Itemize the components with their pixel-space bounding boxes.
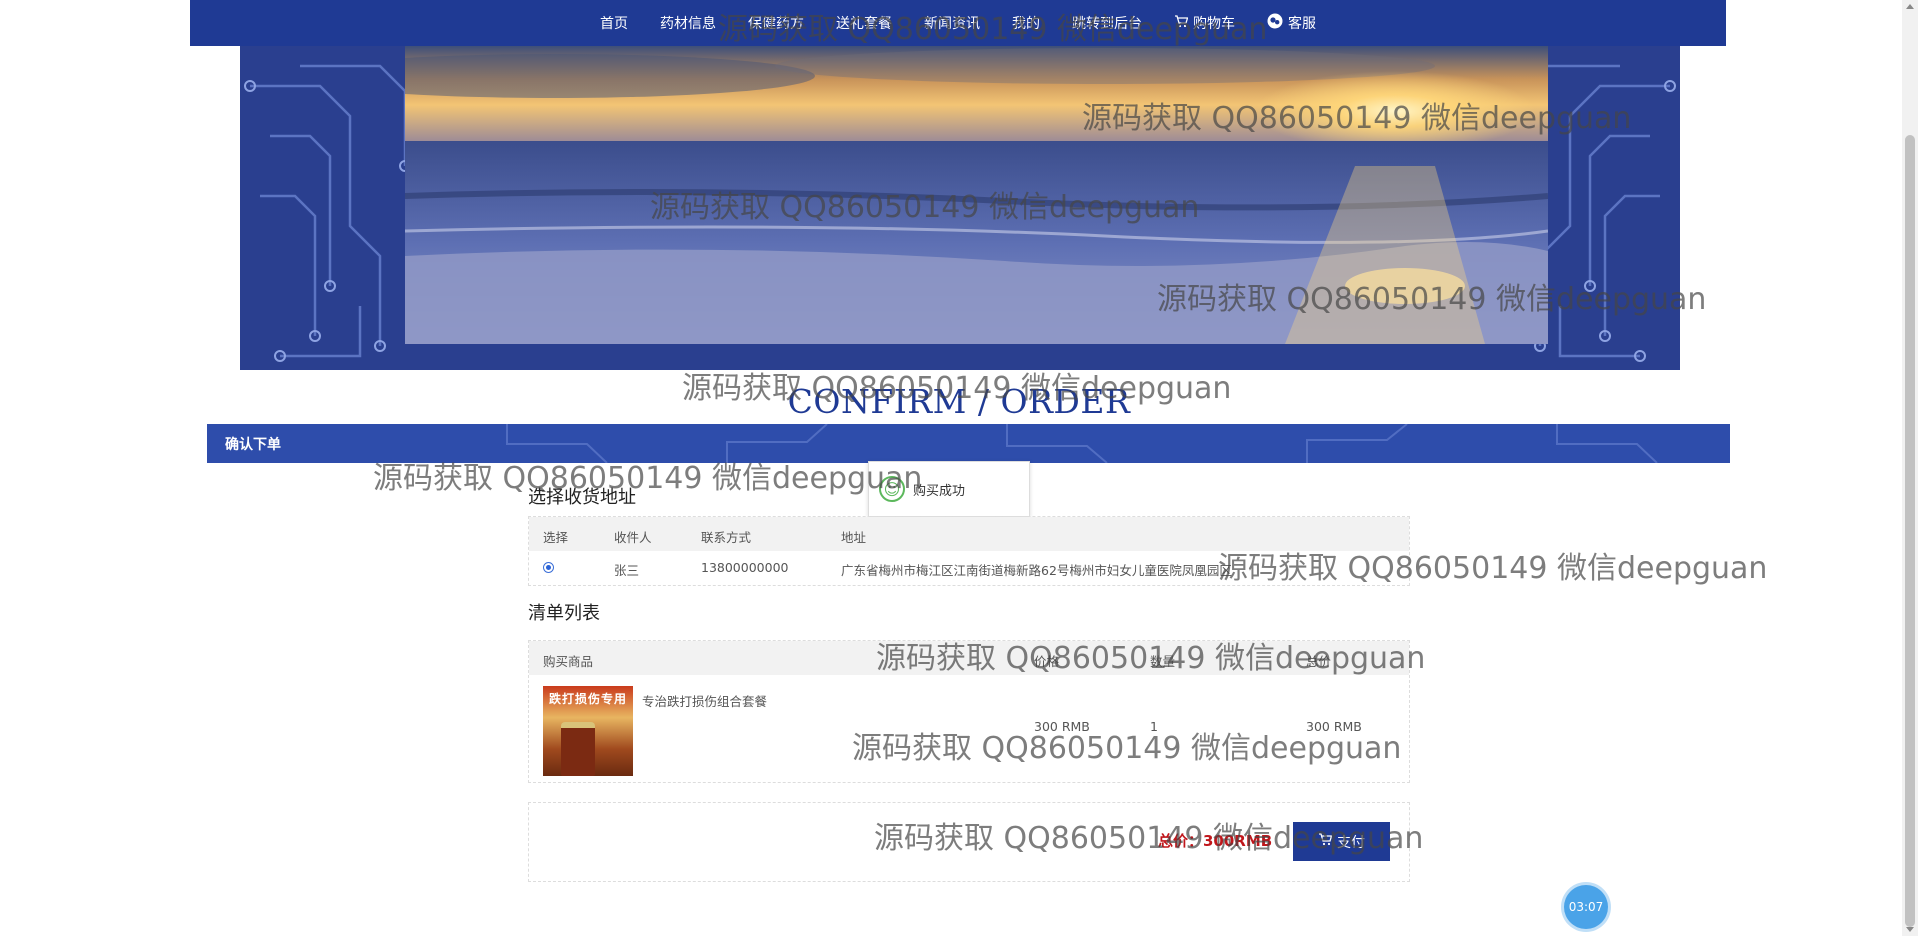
address-phone: 13800000000 (701, 560, 789, 575)
header-recipient: 收件人 (614, 530, 652, 545)
product-jar (561, 722, 595, 776)
nav-service-label: 客服 (1288, 16, 1316, 32)
header-phone: 联系方式 (701, 530, 752, 545)
section-header-bar: 确认下单 (207, 424, 1730, 463)
top-navbar: 首页 药材信息 保健药方 送礼套餐 新闻资讯 我的 跳转到后台 购物车 客服 (190, 0, 1726, 46)
scroll-thumb[interactable] (1905, 135, 1915, 927)
cart-icon (1318, 833, 1333, 850)
address-recipient: 张三 (614, 563, 640, 578)
page-scrollbar[interactable] (1902, 0, 1918, 936)
nav-mine[interactable]: 我的 (996, 13, 1056, 33)
header-total: 总价 (1306, 654, 1332, 669)
order-summary-box (528, 802, 1410, 882)
nav-service[interactable]: 客服 (1251, 13, 1332, 33)
page-title: CONFIRM / ORDER (787, 382, 1131, 421)
nav-gift-sets[interactable]: 送礼套餐 (820, 13, 908, 33)
address-row[interactable]: 张三 13800000000 广东省梅州市梅江区江南街道梅新路62号梅州市妇女儿… (529, 551, 1409, 585)
nav-herbs-label: 药材信息 (660, 16, 716, 32)
cart-item-row: 跌打损伤专用 专治跌打损伤组合套餐 300 RMB 1 300 RMB (529, 675, 1409, 783)
address-text: 广东省梅州市梅江区江南街道梅新路62号梅州市妇女儿童医院凤凰园区 (841, 563, 1232, 578)
nav-admin[interactable]: 跳转到后台 (1056, 13, 1158, 33)
pay-button[interactable]: 支付 (1293, 822, 1390, 861)
address-radio[interactable] (543, 562, 554, 573)
section-label: 确认下单 (225, 437, 281, 453)
product-price: 300 RMB (1034, 719, 1090, 734)
pay-button-label: 支付 (1337, 834, 1365, 851)
product-image-text: 跌打损伤专用 (548, 692, 627, 706)
header-quantity: 数量 (1150, 654, 1176, 669)
success-toast: ☺ 购买成功 (868, 461, 1030, 517)
cart-table-header: 购买商品 价格 数量 总价 (529, 641, 1409, 675)
scroll-down-arrow[interactable] (1906, 927, 1914, 932)
nav-mine-label: 我的 (1012, 16, 1040, 32)
nav-gift-sets-label: 送礼套餐 (836, 16, 892, 32)
nav-prescriptions[interactable]: 保健药方 (732, 13, 820, 33)
total-price: 总价：300RMB (1158, 832, 1273, 850)
nav-admin-label: 跳转到后台 (1072, 16, 1142, 32)
product-name[interactable]: 专治跌打损伤组合套餐 (642, 691, 767, 710)
scroll-up-arrow[interactable] (1906, 4, 1914, 9)
cart-icon (1174, 14, 1189, 32)
address-table-header: 选择 收件人 联系方式 地址 (529, 517, 1409, 551)
header-price: 价格 (1034, 654, 1060, 669)
nav-cart[interactable]: 购物车 (1158, 13, 1251, 33)
banner-sunset-image (405, 46, 1548, 344)
nav-home-label: 首页 (600, 16, 628, 32)
toast-message: 购买成功 (913, 483, 966, 499)
header-product: 购买商品 (543, 654, 594, 669)
chat-icon (1267, 13, 1283, 33)
product-total: 300 RMB (1306, 719, 1362, 734)
nav-news-label: 新闻资讯 (924, 16, 980, 32)
smile-icon: ☺ (879, 476, 905, 502)
nav-cart-label: 购物车 (1193, 16, 1235, 32)
address-section-title: 选择收货地址 (528, 487, 636, 508)
nav-herbs[interactable]: 药材信息 (644, 13, 732, 33)
product-image[interactable]: 跌打损伤专用 (543, 686, 633, 776)
header-select: 选择 (543, 530, 569, 545)
address-table: 选择 收件人 联系方式 地址 张三 13800000000 广东省梅州市梅江区江… (528, 516, 1410, 586)
nav-prescriptions-label: 保健药方 (748, 16, 804, 32)
nav-news[interactable]: 新闻资讯 (908, 13, 996, 33)
cart-table: 购买商品 价格 数量 总价 跌打损伤专用 专治跌打损伤组合套餐 300 RMB … (528, 640, 1410, 783)
recording-timer: 03:07 (1564, 885, 1608, 929)
product-quantity: 1 (1150, 719, 1158, 734)
header-address: 地址 (841, 530, 867, 545)
nav-home[interactable]: 首页 (584, 13, 644, 33)
cart-section-title: 清单列表 (528, 603, 600, 624)
